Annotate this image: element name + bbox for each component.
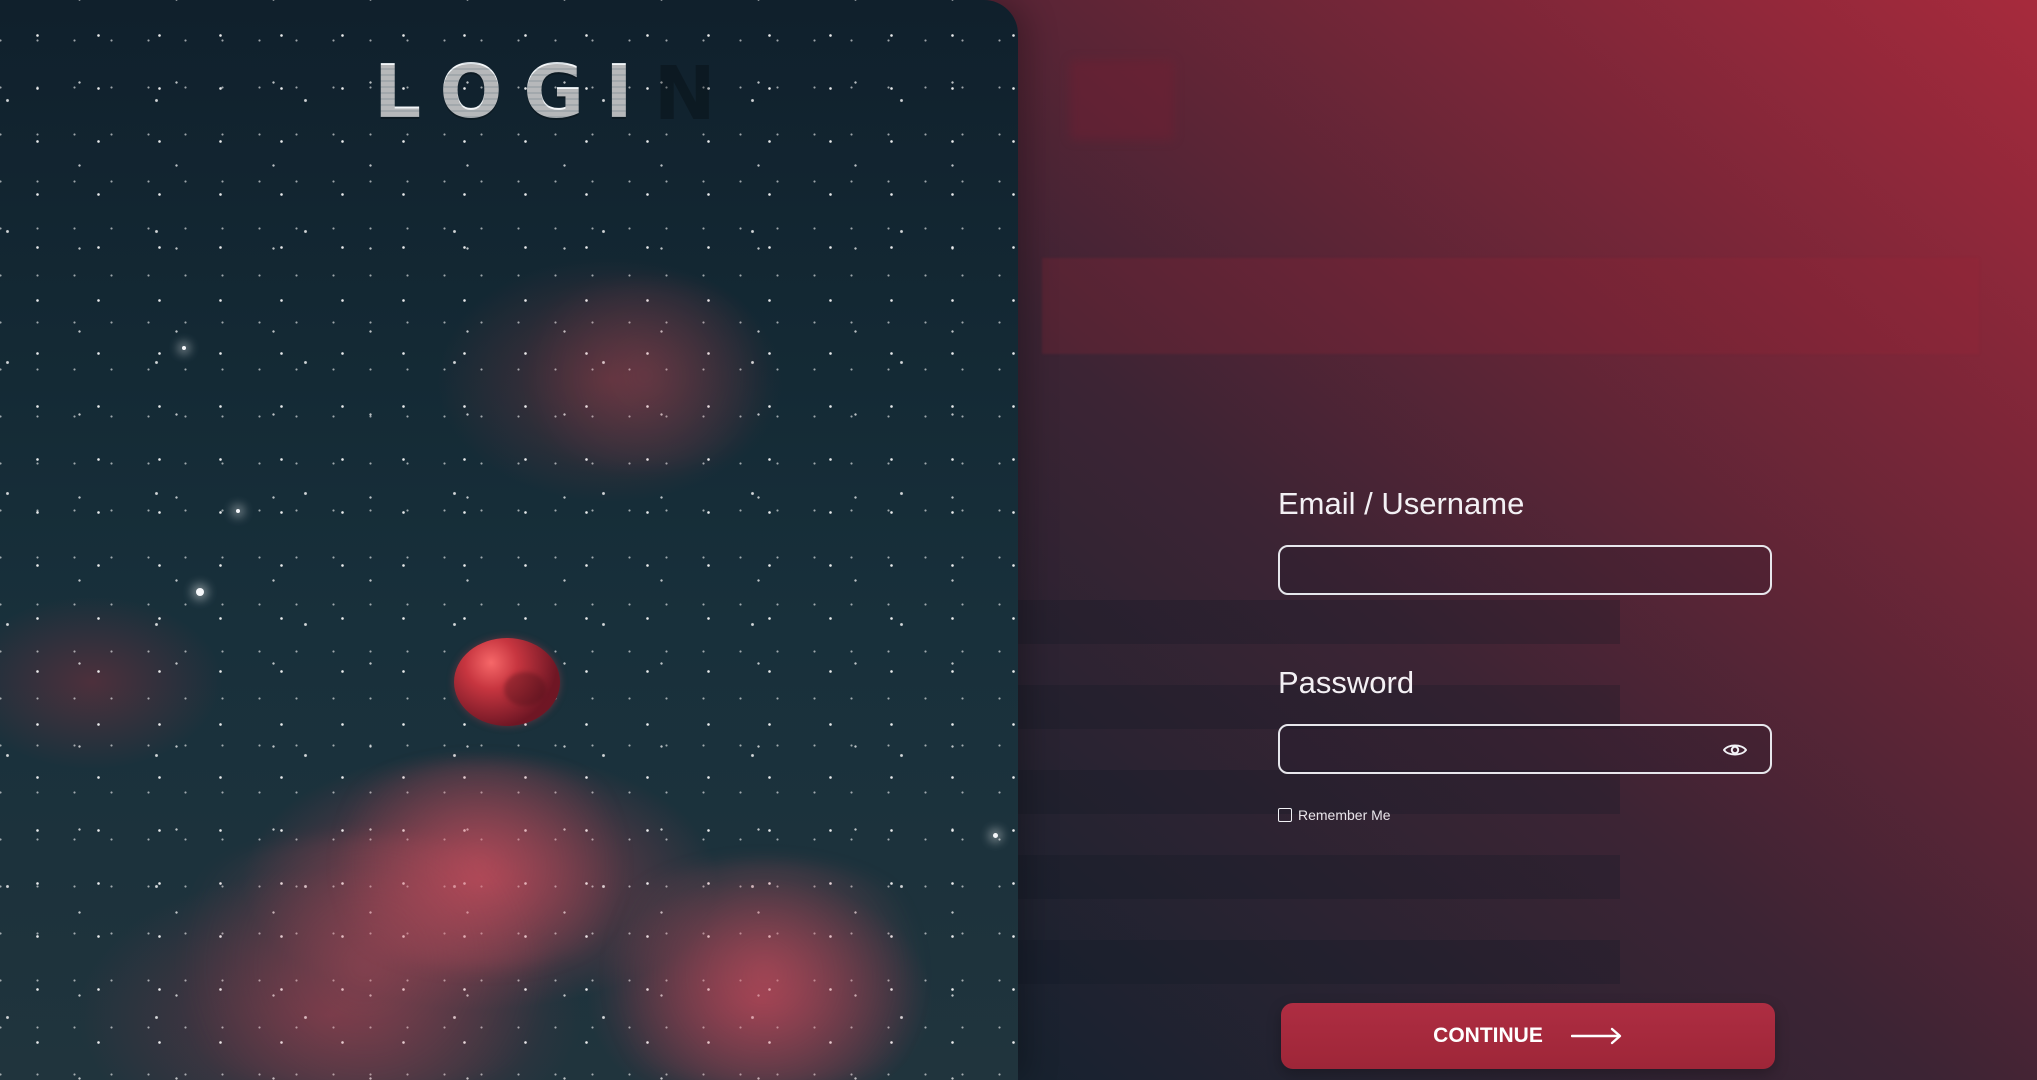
- remember-me-option[interactable]: Remember Me: [1278, 804, 1391, 826]
- bright-star: [182, 346, 186, 350]
- login-page: LOGIN Email / Username Password Remember…: [0, 0, 2037, 1080]
- password-input[interactable]: [1278, 724, 1772, 774]
- bright-star: [196, 588, 204, 596]
- email-username-label: Email / Username: [1278, 486, 1525, 521]
- email-username-input[interactable]: [1278, 545, 1772, 595]
- remember-me-label: Remember Me: [1298, 807, 1391, 823]
- password-label: Password: [1278, 665, 1415, 700]
- continue-button-label: CONTINUE: [1433, 1024, 1543, 1047]
- bright-star: [993, 833, 998, 838]
- eye-icon: [1723, 744, 1747, 756]
- night-sky-image-panel: LOGIN: [0, 0, 1018, 1080]
- red-cloud: [500, 280, 790, 470]
- blurred-header-band: [1042, 258, 1979, 354]
- page-title: LOGIN: [374, 49, 737, 135]
- login-form: Email / Username Password Remember Me CO…: [1278, 486, 1778, 1080]
- continue-button[interactable]: CONTINUE: [1281, 1003, 1775, 1069]
- show-password-button[interactable]: [1721, 736, 1749, 764]
- red-cloud: [570, 860, 960, 1080]
- blurred-logo-placeholder: [1070, 60, 1174, 140]
- red-moon: [454, 638, 560, 726]
- red-cloud: [130, 835, 600, 1080]
- bright-star: [236, 509, 240, 513]
- arrow-right-icon: [1570, 1027, 1622, 1045]
- remember-me-checkbox[interactable]: [1278, 808, 1292, 822]
